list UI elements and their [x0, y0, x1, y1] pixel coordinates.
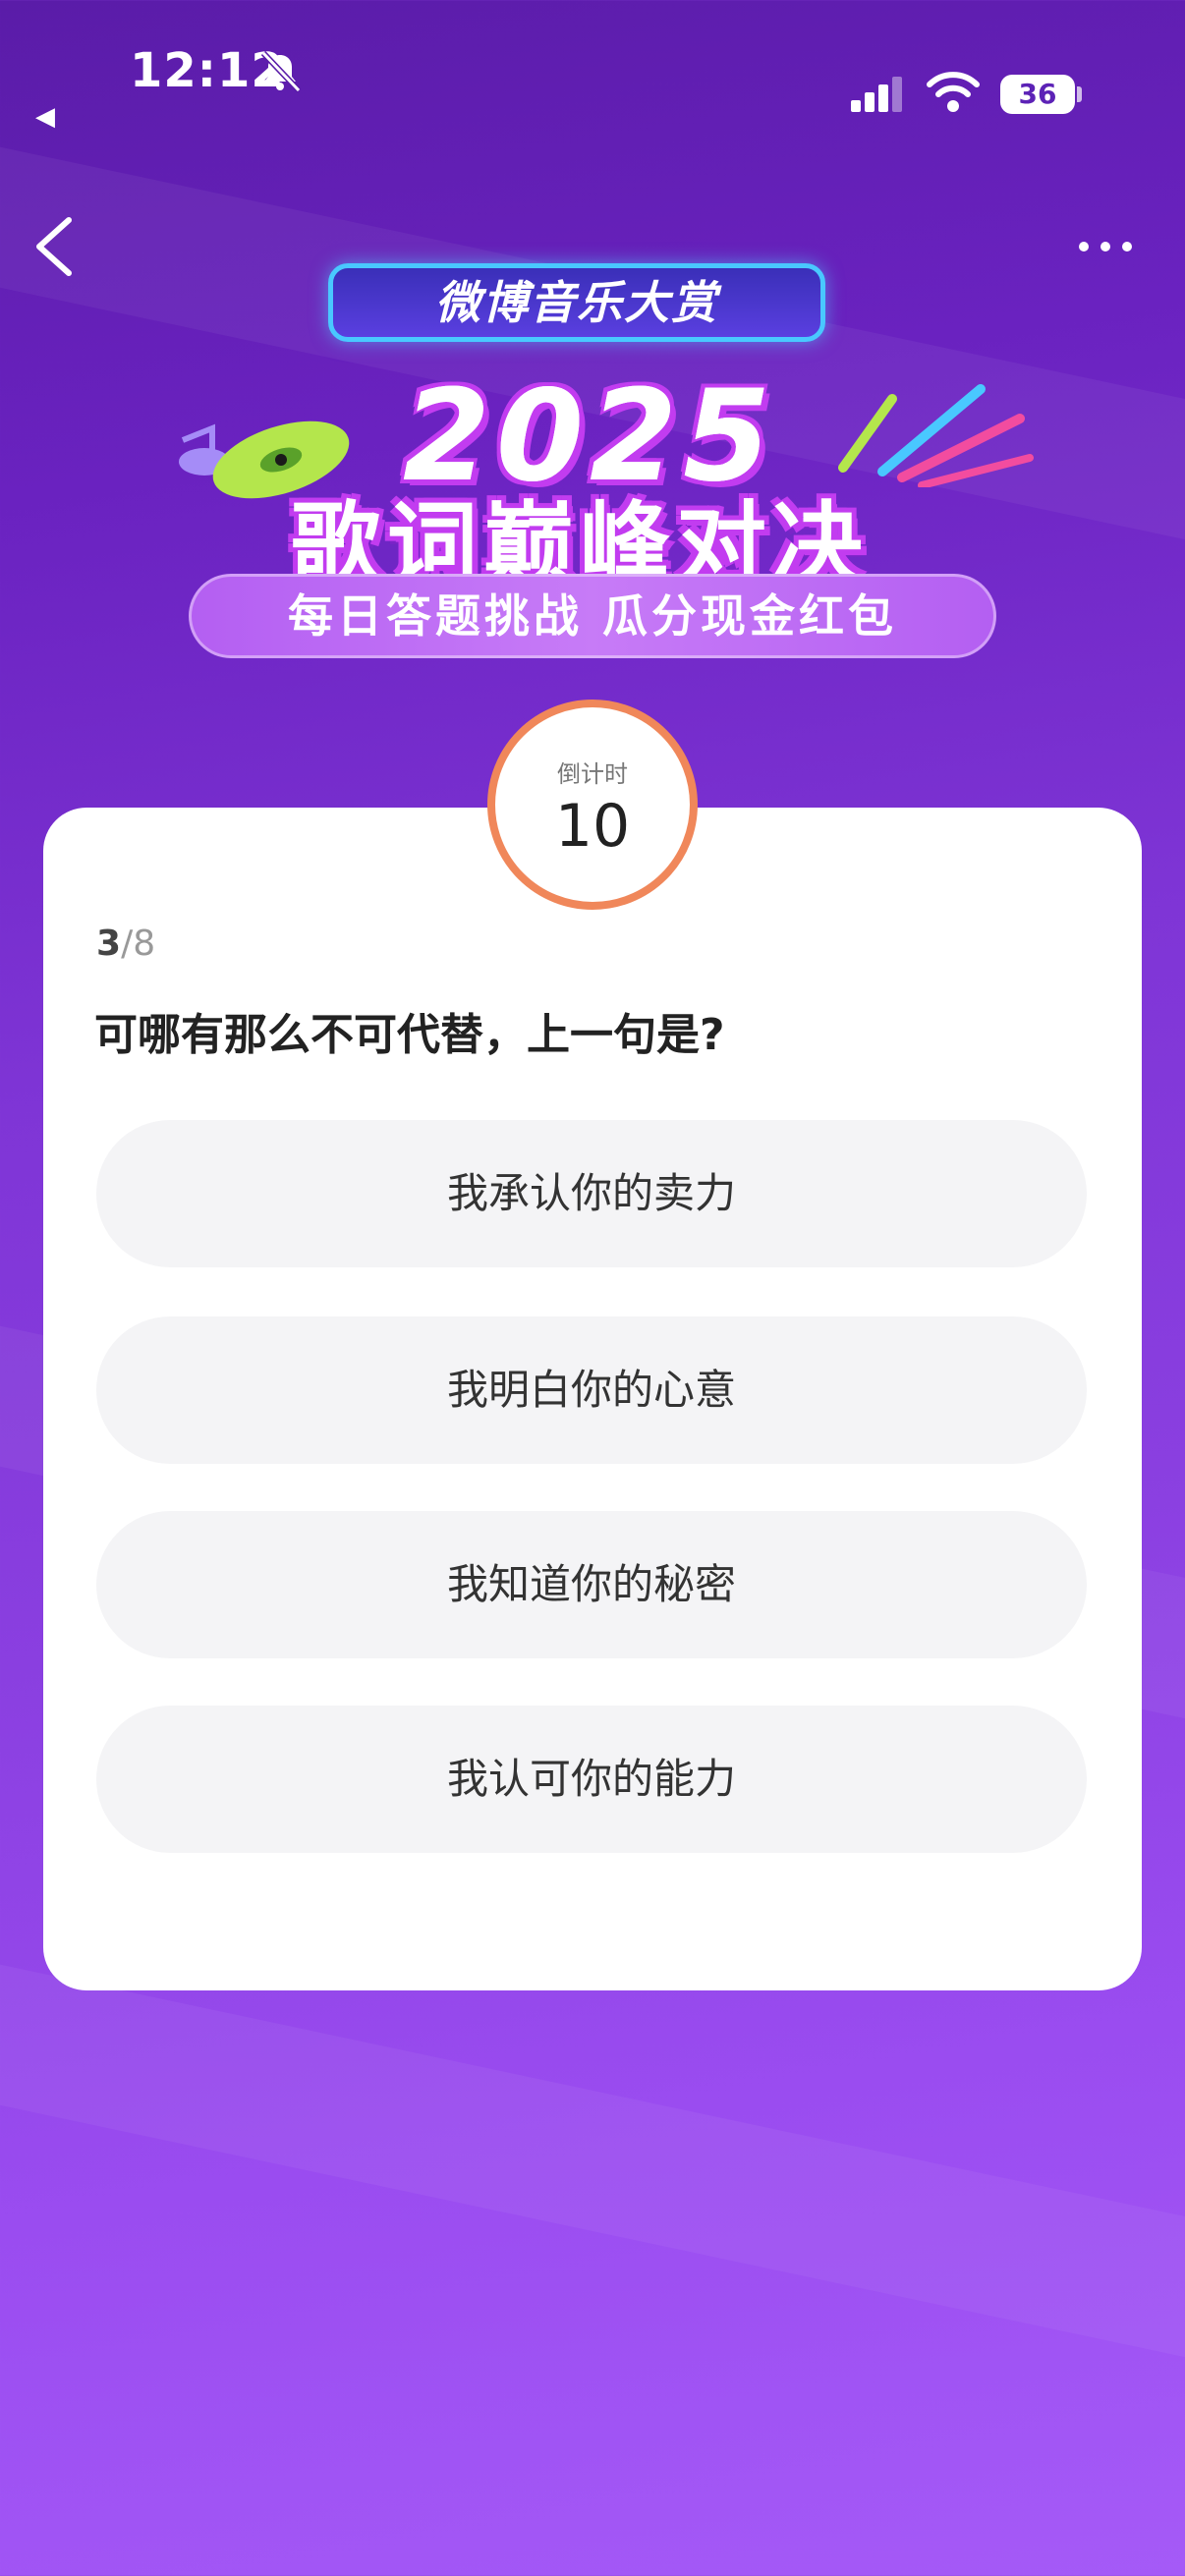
- wifi-icon: [927, 72, 980, 112]
- bell-muted-icon: [260, 50, 302, 93]
- question-text: 可哪有那么不可代替，上一句是?: [94, 1010, 725, 1060]
- signal-icon: [851, 77, 902, 112]
- back-chevron-icon[interactable]: [29, 214, 77, 279]
- more-options-icon[interactable]: [1079, 232, 1144, 261]
- banner-year: 2025: [402, 364, 777, 510]
- progress-current: 3: [96, 924, 122, 964]
- brand-title: 微博音乐大赏: [328, 263, 825, 342]
- sparks-decoration-icon: [838, 384, 1034, 487]
- progress-total: /8: [121, 924, 156, 964]
- question-progress: 3/8: [96, 924, 155, 964]
- battery-indicator: 36: [1000, 75, 1075, 114]
- timer-value: 10: [554, 792, 631, 861]
- answer-option[interactable]: 我明白你的心意: [96, 1316, 1087, 1464]
- countdown-timer: 倒计时 10: [487, 700, 698, 910]
- timer-label: 倒计时: [557, 760, 628, 788]
- battery-cap: [1077, 86, 1082, 102]
- answer-option[interactable]: 我承认你的卖力: [96, 1120, 1087, 1267]
- background-streak: [0, 1930, 1185, 2433]
- answer-option[interactable]: 我认可你的能力: [96, 1706, 1087, 1853]
- banner-tagline: 每日答题挑战 瓜分现金红包: [189, 574, 996, 658]
- answer-option[interactable]: 我知道你的秘密: [96, 1511, 1087, 1658]
- back-to-app-icon[interactable]: ◀: [35, 102, 55, 132]
